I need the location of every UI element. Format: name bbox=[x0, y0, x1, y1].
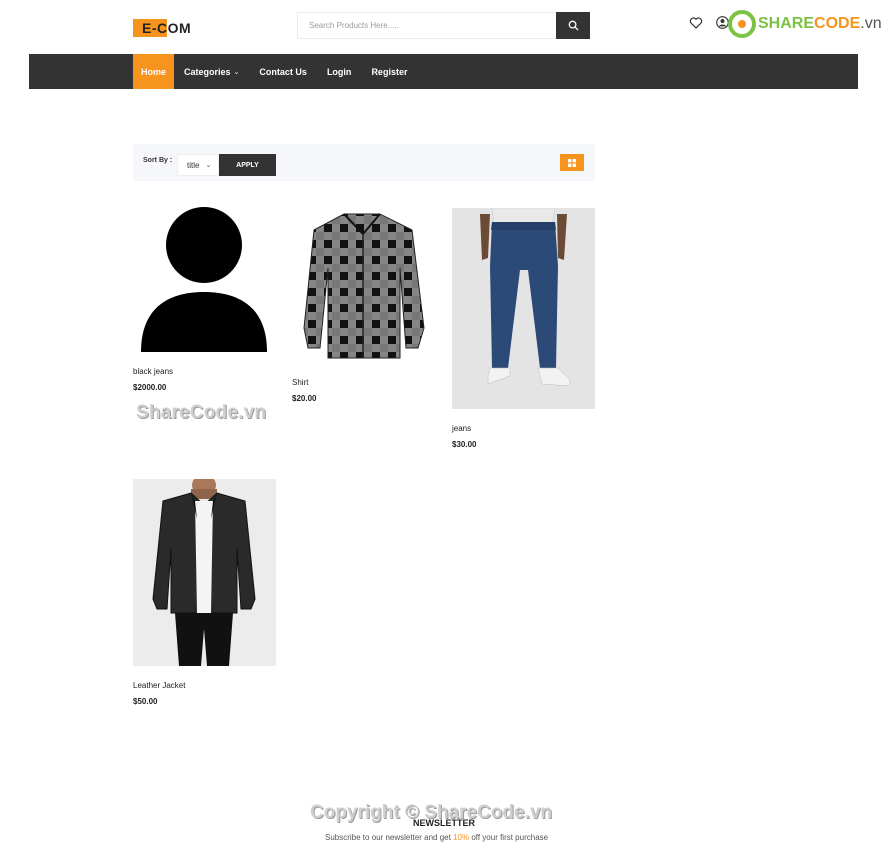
sort-label: Sort By : bbox=[143, 157, 173, 164]
product-price: $20.00 bbox=[292, 394, 317, 403]
product-price: $30.00 bbox=[452, 440, 477, 449]
watermark-text: ShareCode.vn bbox=[136, 402, 267, 423]
sharecode-logo-text: SHARECODE.vn bbox=[758, 15, 882, 32]
search-icon bbox=[568, 20, 579, 31]
product-name[interactable]: black jeans bbox=[133, 367, 173, 376]
sort-select-value: title bbox=[187, 160, 200, 170]
product-price: $2000.00 bbox=[133, 383, 167, 392]
heart-icon[interactable] bbox=[689, 16, 703, 30]
product-image[interactable] bbox=[292, 208, 435, 366]
chevron-down-icon: ⌄ bbox=[233, 68, 240, 76]
newsletter-title: NEWSLETTER bbox=[413, 818, 475, 828]
apply-button[interactable]: APPLY bbox=[219, 154, 276, 176]
nav-item-register[interactable]: Register bbox=[361, 54, 417, 89]
nav-item-login[interactable]: Login bbox=[317, 54, 362, 89]
chevron-down-icon: ⌄ bbox=[205, 162, 212, 169]
blue-jeans-image bbox=[480, 208, 571, 387]
grid-view-button[interactable] bbox=[560, 154, 584, 171]
plaid-shirt-image bbox=[303, 213, 425, 359]
product-image[interactable] bbox=[133, 206, 276, 356]
product-name[interactable]: Shirt bbox=[292, 378, 308, 387]
nav-item-categories[interactable]: Categories ⌄ bbox=[174, 54, 249, 89]
search-input[interactable] bbox=[297, 12, 556, 39]
grid-view-icon bbox=[568, 158, 576, 167]
nav-item-home[interactable]: Home bbox=[133, 54, 175, 89]
product-image[interactable] bbox=[452, 208, 595, 409]
main-nav: Home Categories ⌄ Contact Us Login Regist… bbox=[133, 54, 417, 89]
product-name[interactable]: Leather Jacket bbox=[133, 681, 185, 690]
nav-item-contact[interactable]: Contact Us bbox=[249, 54, 317, 89]
search-button[interactable] bbox=[556, 12, 590, 39]
site-logo[interactable]: E-COM bbox=[133, 19, 191, 37]
search-bar bbox=[297, 12, 590, 39]
person-placeholder-icon bbox=[141, 207, 267, 352]
logo-text: E-COM bbox=[142, 20, 192, 36]
product-name[interactable]: jeans bbox=[452, 424, 471, 433]
newsletter-subtitle: Subscribe to our newsletter and get 10% … bbox=[325, 833, 549, 842]
product-image[interactable] bbox=[133, 479, 276, 666]
sharecode-logo-icon bbox=[728, 10, 756, 38]
sort-select[interactable]: title ⌄ bbox=[177, 154, 219, 176]
leather-jacket-image bbox=[152, 479, 256, 666]
sharecode-watermark-logo: SHARECODE.vn bbox=[728, 10, 882, 38]
product-price: $50.00 bbox=[133, 697, 158, 706]
